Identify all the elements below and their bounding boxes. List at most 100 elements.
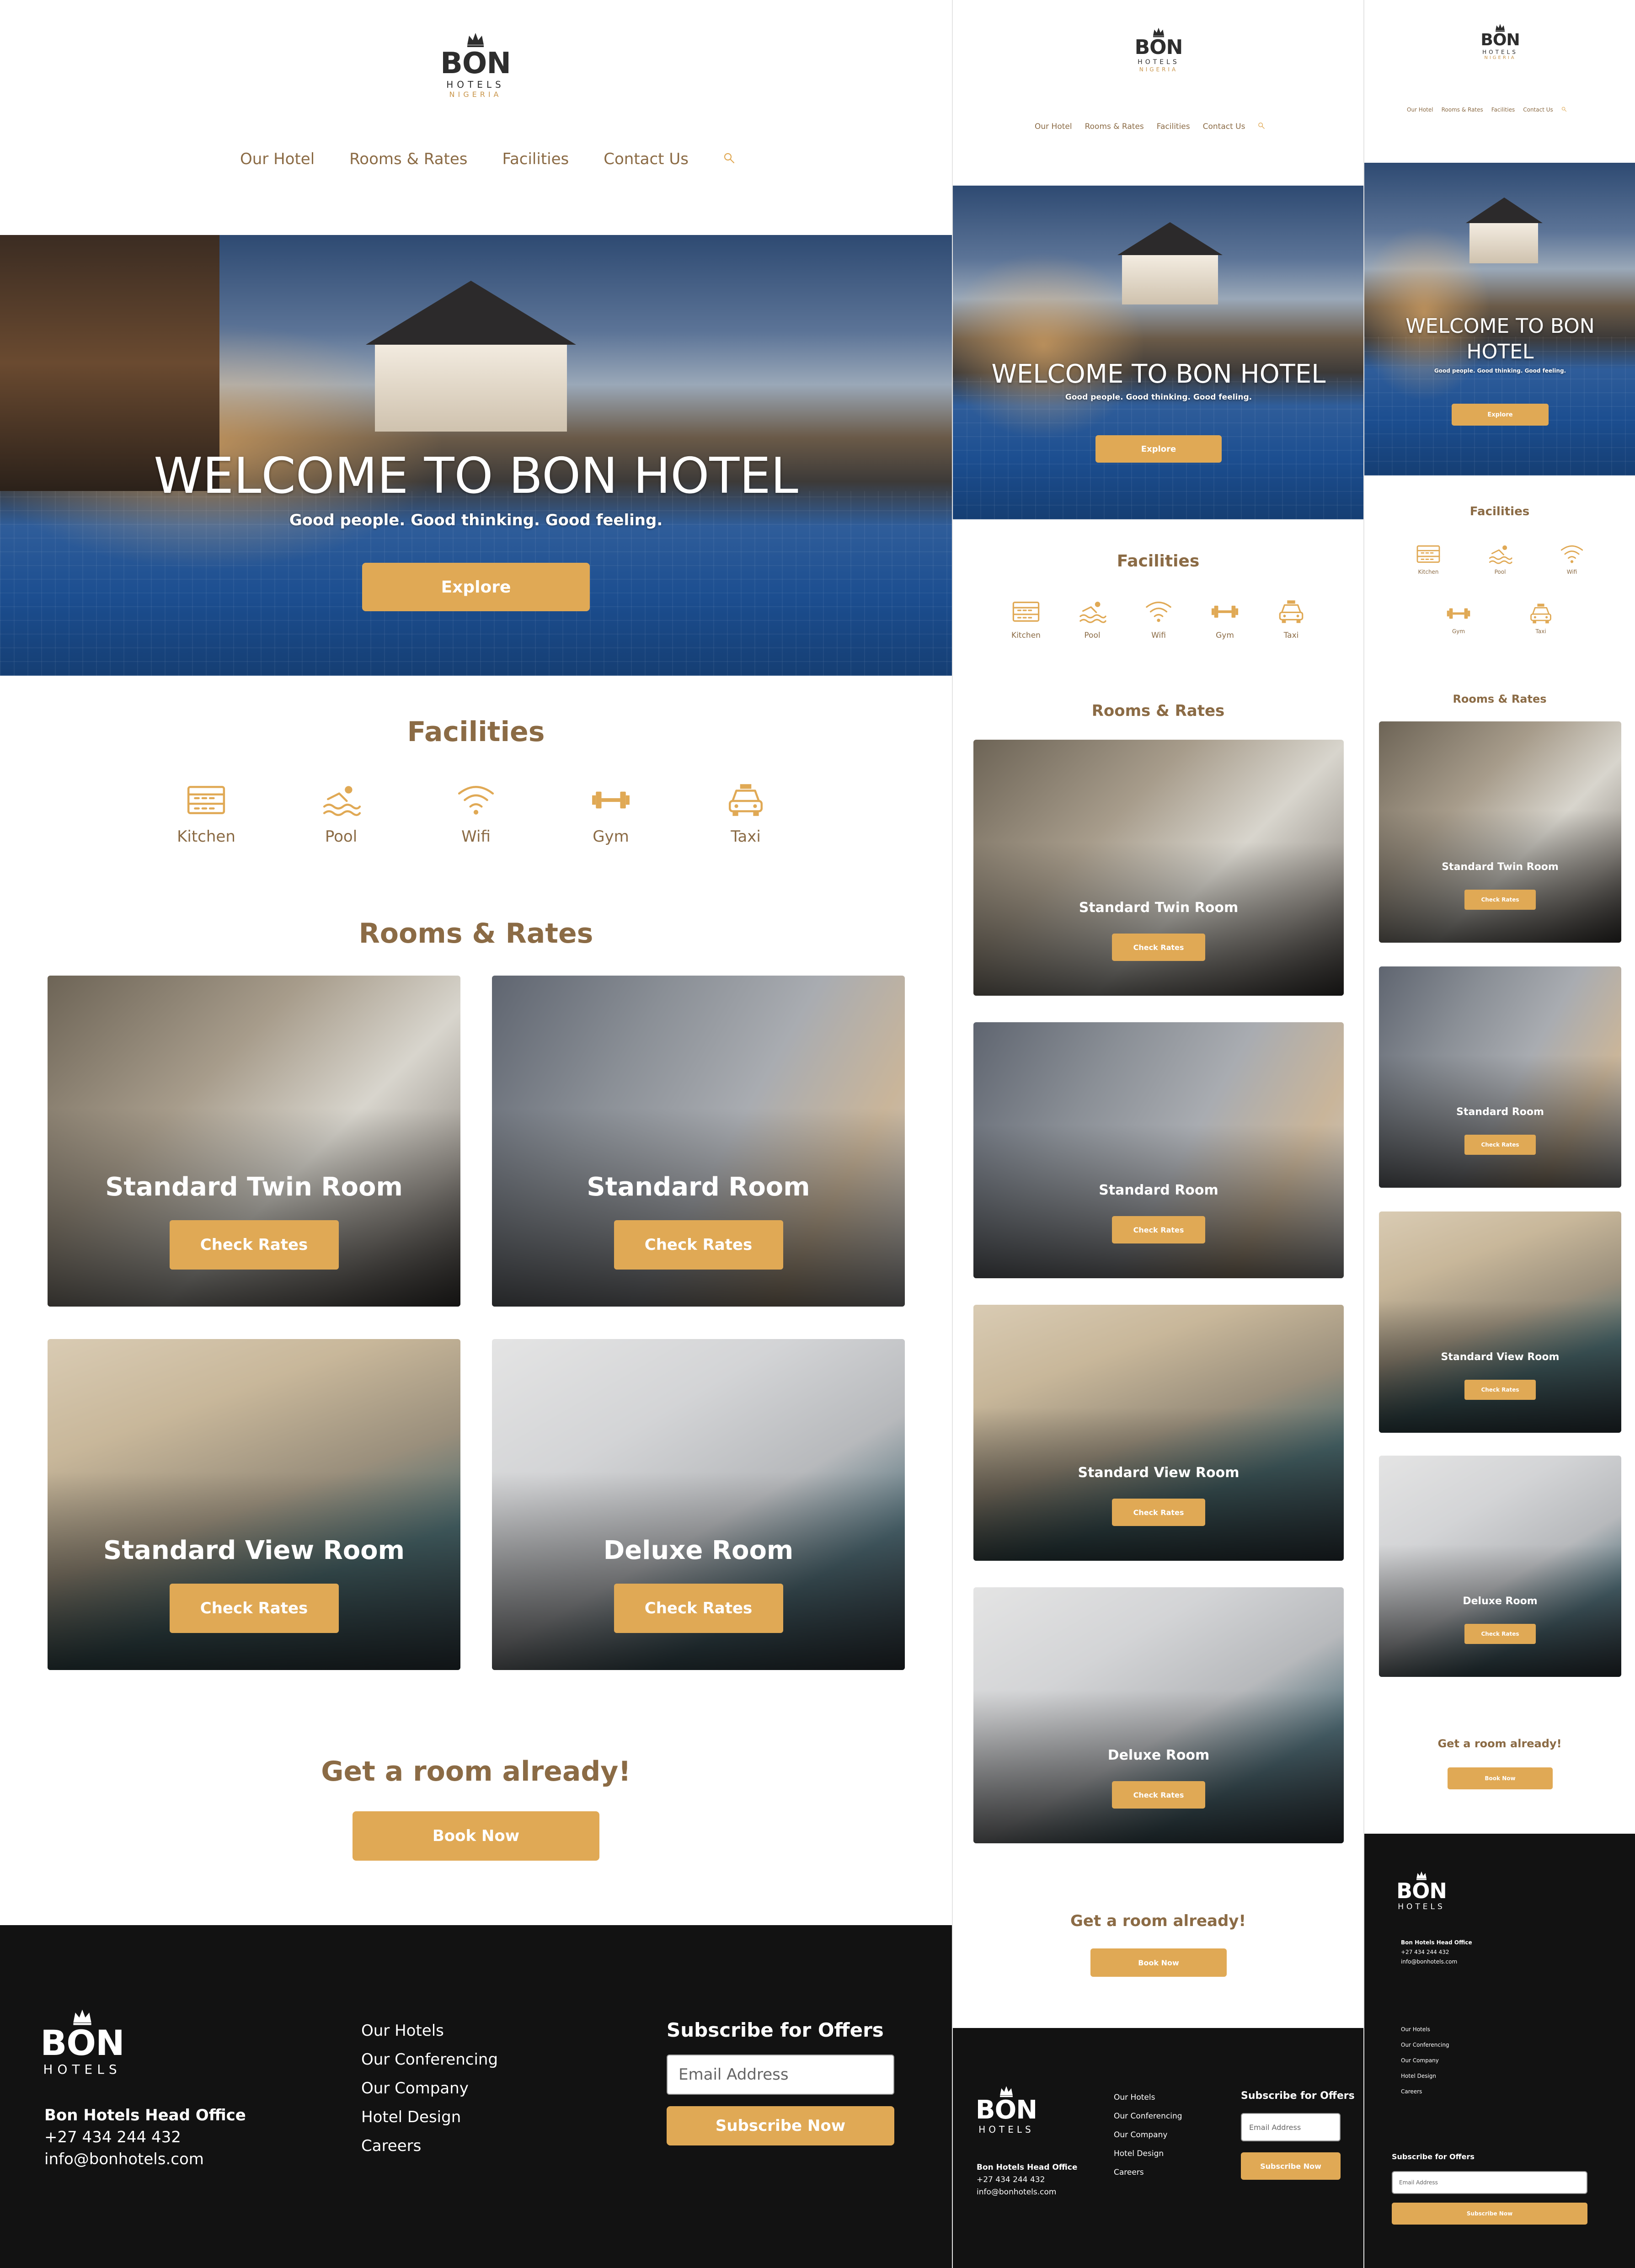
check-rates-button[interactable]: Check Rates [1464, 1380, 1536, 1400]
check-rates-button[interactable]: Check Rates [1112, 934, 1205, 961]
footer-link[interactable]: Our Hotels [1114, 2088, 1182, 2107]
check-rates-button[interactable]: Check Rates [169, 1584, 339, 1633]
book-now-button[interactable]: Book Now [1448, 1767, 1553, 1789]
footer-logo[interactable]: BON HOTELS [1392, 1870, 1451, 1911]
subscribe-title: Subscribe for Offers [1241, 2090, 1355, 2102]
email-field[interactable]: Email Address [667, 2055, 894, 2095]
office-phone[interactable]: +27 434 244 432 [977, 2174, 1077, 2186]
room-card-view[interactable]: Standard View Room Check Rates [48, 1339, 460, 1670]
check-rates-button[interactable]: Check Rates [1464, 1135, 1536, 1155]
footer-link[interactable]: Hotel Design [1401, 2068, 1449, 2084]
explore-button[interactable]: Explore [1095, 435, 1222, 463]
footer-link[interactable]: Our Conferencing [361, 2045, 498, 2074]
room-card-deluxe[interactable]: Deluxe Room Check Rates [973, 1587, 1344, 1843]
facility-label: Kitchen [1418, 569, 1439, 575]
subscribe-button[interactable]: Subscribe Now [667, 2106, 894, 2145]
footer-link[interactable]: Our Hotels [1401, 2022, 1449, 2037]
card-shade [973, 842, 1344, 996]
footer-link[interactable]: Our Hotels [361, 2017, 498, 2045]
check-rates-button[interactable]: Check Rates [1112, 1499, 1205, 1526]
footer-links: Our Hotels Our Conferencing Our Company … [1114, 2088, 1182, 2182]
search-icon[interactable] [723, 150, 735, 168]
room-card-view[interactable]: Standard View Room Check Rates [1379, 1211, 1621, 1433]
footer-link[interactable]: Our Company [1114, 2126, 1182, 2145]
room-card-twin[interactable]: Standard Twin Room Check Rates [1379, 721, 1621, 943]
nav-contact-us[interactable]: Contact Us [1203, 122, 1245, 131]
nav-our-hotel[interactable]: Our Hotel [240, 150, 315, 168]
check-rates-button[interactable]: Check Rates [1464, 1624, 1536, 1644]
room-card-twin[interactable]: Standard Twin Room Check Rates [48, 976, 460, 1307]
tablet-frame: BON HOTELS NIGERIA Our Hotel Rooms & Rat… [952, 0, 1363, 2268]
logo-country: NIGERIA [449, 90, 502, 99]
hero-banner: WELCOME TO BON HOTEL Good people. Good t… [1364, 163, 1635, 475]
footer-link[interactable]: Hotel Design [361, 2103, 498, 2132]
room-name: Deluxe Room [1107, 1747, 1210, 1763]
room-name: Standard Room [587, 1172, 810, 1202]
footer-link[interactable]: Hotel Design [1114, 2145, 1182, 2163]
office-phone[interactable]: +27 434 244 432 [1401, 1948, 1472, 1957]
room-card-standard[interactable]: Standard Room Check Rates [492, 976, 905, 1307]
nav-facilities[interactable]: Facilities [1491, 107, 1515, 113]
room-card-standard[interactable]: Standard Room Check Rates [973, 1022, 1344, 1278]
check-rates-button[interactable]: Check Rates [169, 1220, 339, 1270]
check-rates-button[interactable]: Check Rates [1112, 1781, 1205, 1809]
facilities-title: Facilities [1469, 505, 1530, 518]
email-field[interactable]: Email Address [1392, 2171, 1587, 2194]
room-card-view[interactable]: Standard View Room Check Rates [973, 1305, 1344, 1561]
explore-button[interactable]: Explore [362, 563, 590, 611]
hero-building [375, 340, 567, 432]
footer-link[interactable]: Our Company [361, 2074, 498, 2103]
subscribe-button[interactable]: Subscribe Now [1241, 2152, 1341, 2180]
nav-rooms-rates[interactable]: Rooms & Rates [349, 150, 467, 168]
footer-link[interactable]: Our Conferencing [1114, 2107, 1182, 2126]
email-field[interactable]: Email Address [1241, 2113, 1341, 2141]
nav-our-hotel[interactable]: Our Hotel [1407, 107, 1433, 113]
book-now-button[interactable]: Book Now [1090, 1948, 1227, 1977]
hero-subtitle: Good people. Good thinking. Good feeling… [1434, 368, 1566, 374]
main-nav: Our Hotel Rooms & Rates Facilities Conta… [1035, 120, 1265, 133]
footer-link[interactable]: Our Company [1401, 2053, 1449, 2068]
footer-link[interactable]: Careers [1114, 2163, 1182, 2182]
explore-button[interactable]: Explore [1452, 404, 1549, 426]
check-rates-button[interactable]: Check Rates [1112, 1216, 1205, 1243]
footer-logo[interactable]: BON HOTELS [972, 2085, 1041, 2134]
brand-logo[interactable]: BON HOTELS NIGERIA [430, 31, 521, 98]
room-card-twin[interactable]: Standard Twin Room Check Rates [973, 740, 1344, 996]
footer-link[interactable]: Our Conferencing [1401, 2037, 1449, 2053]
hero-title-line-2: HOTEL [1466, 340, 1534, 363]
logo-wordmark: BON [440, 47, 511, 80]
nav-contact-us[interactable]: Contact Us [604, 150, 689, 168]
room-card-standard[interactable]: Standard Room Check Rates [1379, 966, 1621, 1188]
room-card-deluxe[interactable]: Deluxe Room Check Rates [1379, 1456, 1621, 1677]
nav-facilities[interactable]: Facilities [1157, 122, 1190, 131]
check-rates-button[interactable]: Check Rates [614, 1220, 783, 1270]
hero-roof [366, 281, 576, 345]
office-phone[interactable]: +27 434 244 432 [44, 2126, 246, 2148]
subscribe-button[interactable]: Subscribe Now [1392, 2203, 1587, 2225]
office-email[interactable]: info@bonhotels.com [1401, 1957, 1472, 1967]
search-icon[interactable] [1258, 122, 1265, 132]
footer-link[interactable]: Careers [361, 2132, 498, 2161]
nav-rooms-rates[interactable]: Rooms & Rates [1442, 107, 1483, 113]
check-rates-button[interactable]: Check Rates [614, 1584, 783, 1633]
nav-rooms-rates[interactable]: Rooms & Rates [1085, 122, 1144, 131]
site-footer: BON HOTELS Bon Hotels Head Office +27 43… [0, 1925, 952, 2268]
footer-link[interactable]: Careers [1401, 2084, 1449, 2099]
office-email[interactable]: info@bonhotels.com [977, 2186, 1077, 2199]
gym-icon [592, 791, 630, 809]
book-now-button[interactable]: Book Now [353, 1811, 599, 1861]
search-icon[interactable] [1561, 107, 1567, 113]
footer-logo[interactable]: BON HOTELS [37, 2007, 128, 2076]
brand-logo[interactable]: BON HOTELS NIGERIA [1470, 23, 1530, 60]
nav-our-hotel[interactable]: Our Hotel [1035, 122, 1072, 131]
check-rates-button[interactable]: Check Rates [1464, 890, 1536, 910]
hero-building [1122, 254, 1218, 304]
office-email[interactable]: info@bonhotels.com [44, 2148, 246, 2170]
wifi-icon [458, 786, 494, 815]
room-card-deluxe[interactable]: Deluxe Room Check Rates [492, 1339, 905, 1670]
hero-banner: WELCOME TO BON HOTEL Good people. Good t… [953, 186, 1363, 519]
nav-facilities[interactable]: Facilities [502, 150, 569, 168]
nav-contact-us[interactable]: Contact Us [1523, 107, 1553, 113]
brand-logo[interactable]: BON HOTELS NIGERIA [1122, 27, 1195, 72]
office-title: Bon Hotels Head Office [977, 2163, 1078, 2172]
